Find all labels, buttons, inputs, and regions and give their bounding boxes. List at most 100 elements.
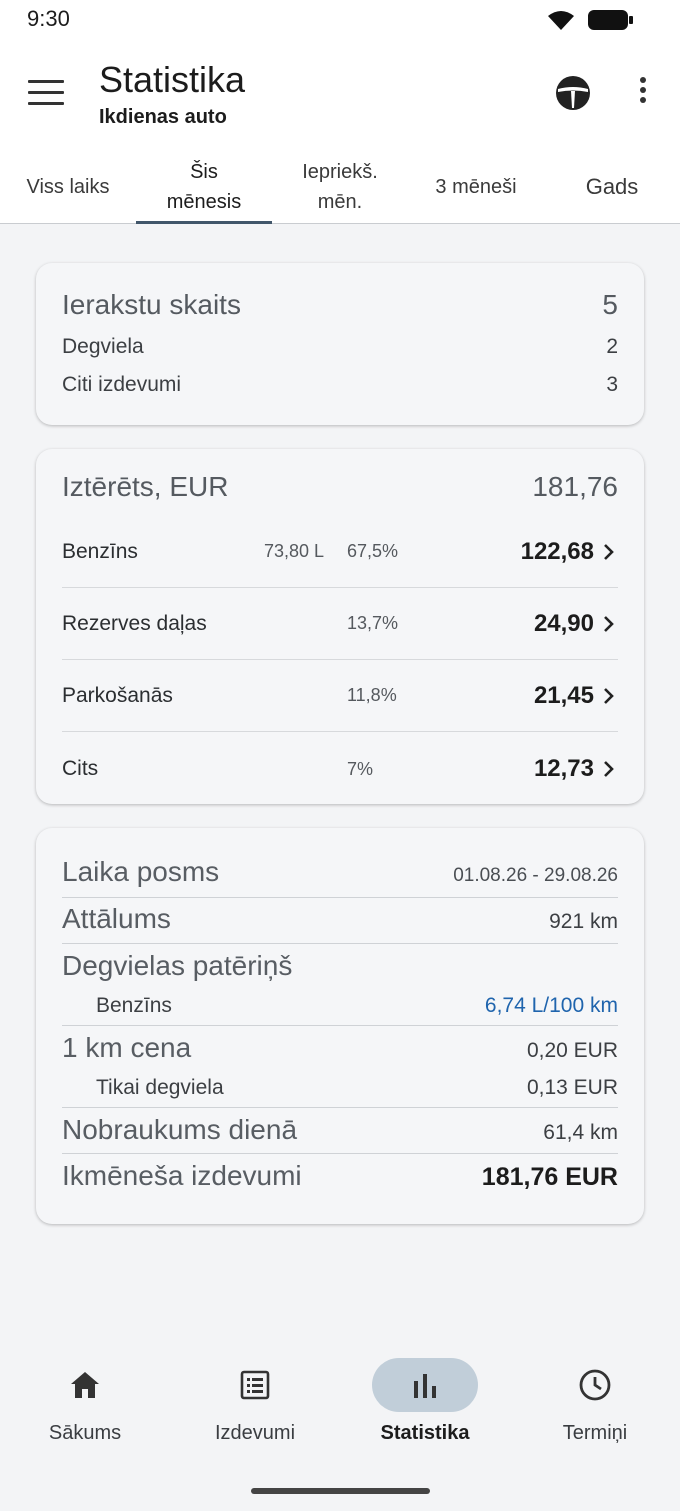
menu-icon[interactable] <box>28 80 64 106</box>
divider <box>62 1107 618 1108</box>
tab-label: Šis mēnesis <box>166 161 242 213</box>
tab-label: 3 mēneši <box>435 176 517 198</box>
records-fuel-label: Degviela <box>62 335 144 358</box>
consumption-label: Degvielas patēriņš <box>62 950 293 981</box>
chevron-right-icon <box>604 687 614 704</box>
consumption-fuel-label: Benzīns <box>96 994 172 1017</box>
tab-year[interactable]: Gads <box>544 150 680 224</box>
wifi-icon <box>548 11 574 30</box>
car-brand-icon[interactable] <box>554 74 592 112</box>
expense-amount: 21,45 <box>533 681 594 709</box>
divider <box>62 1025 618 1026</box>
expense-volume: 73,80 L <box>264 541 325 561</box>
spent-title: Iztērēts, EUR <box>62 471 229 502</box>
expense-name: Cits <box>62 757 99 780</box>
daily-mileage-value: 61,4 km <box>543 1121 618 1144</box>
nav-pill <box>202 1358 308 1412</box>
period-range-value: 01.08.26 - 29.08.26 <box>453 865 618 886</box>
expense-name: Parkošanās <box>62 683 173 707</box>
fuel-only-row: Tikai degviela 0,13 EUR <box>62 1076 618 1100</box>
distance-label: Attālums <box>62 903 171 934</box>
tab-all-time[interactable]: Viss laiks <box>0 150 136 224</box>
list-icon <box>240 1370 270 1400</box>
distance-row: Attālums 921 km <box>62 903 618 935</box>
chevron-right-icon <box>604 615 614 632</box>
bar-chart-icon <box>414 1374 436 1398</box>
records-card: Ierakstu skaits 5 Degviela 2 Citi izdevu… <box>36 263 644 425</box>
clock-icon <box>579 1369 611 1401</box>
nav-deadlines[interactable]: Termiņi <box>510 1358 680 1445</box>
records-other-label: Citi izdevumi <box>62 373 182 396</box>
expense-percent: 13,7% <box>347 613 399 633</box>
consumption-fuel-row: Benzīns 6,74 L/100 km <box>62 994 618 1018</box>
records-fuel-value: 2 <box>606 335 618 358</box>
more-options-icon[interactable] <box>636 77 650 109</box>
daily-mileage-label: Nobraukums dienā <box>62 1114 298 1145</box>
expense-amount: 24,90 <box>533 609 594 637</box>
nav-pill <box>542 1358 648 1412</box>
spent-card: Iztērēts, EUR 181,76 Benzīns 73,80 L 67,… <box>36 449 644 804</box>
top-app-bar: 9:30 Statistika Ikdienas auto Viss laiks… <box>0 0 680 224</box>
expense-name: Rezerves daļas <box>62 611 207 635</box>
period-tabs: Viss laiks Šis mēnesis Iepriekš. mēn. 3 … <box>0 150 680 224</box>
consumption-fuel-value[interactable]: 6,74 L/100 km <box>485 994 618 1018</box>
status-icons <box>546 8 634 32</box>
divider <box>62 897 618 898</box>
spent-total-row: Iztērēts, EUR 181,76 <box>62 471 618 503</box>
tab-this-month[interactable]: Šis mēnesis <box>136 150 272 224</box>
consumption-row: Degvielas patēriņš <box>62 950 618 982</box>
tab-3-months[interactable]: 3 mēneši <box>408 150 544 224</box>
tab-label: Viss laiks <box>26 176 110 198</box>
nav-expenses[interactable]: Izdevumi <box>170 1358 340 1445</box>
records-other-row: Citi izdevumi 3 <box>62 373 618 397</box>
monthly-expenses-label: Ikmēneša izdevumi <box>62 1160 302 1191</box>
tab-label: Iepriekš. mēn. <box>302 161 378 213</box>
nav-statistics[interactable]: Statistika <box>340 1358 510 1445</box>
battery-icon <box>588 10 633 30</box>
km-cost-label: 1 km cena <box>62 1032 192 1063</box>
km-cost-row: 1 km cena 0,20 EUR <box>62 1032 618 1064</box>
fuel-only-value: 0,13 EUR <box>526 1076 618 1099</box>
nav-statistics-label: Statistika <box>380 1422 470 1444</box>
expense-row-petrol[interactable]: Benzīns 73,80 L 67,5% 122,68 <box>62 516 618 588</box>
period-range-label: Laika posms <box>62 856 220 887</box>
home-icon <box>71 1372 99 1398</box>
daily-mileage-row: Nobraukums dienā 61,4 km <box>62 1114 618 1146</box>
expense-row-spare-parts[interactable]: Rezerves daļas 13,7% 24,90 <box>62 588 618 660</box>
expense-row-other[interactable]: Cits 7% 12,73 <box>62 733 618 805</box>
records-total: 5 <box>602 289 618 320</box>
spent-total: 181,76 <box>532 471 618 502</box>
chevron-right-icon <box>604 543 614 560</box>
nav-expenses-label: Izdevumi <box>214 1422 296 1444</box>
expense-percent: 67,5% <box>347 541 399 561</box>
fuel-only-label: Tikai degviela <box>96 1076 224 1099</box>
tab-previous-month[interactable]: Iepriekš. mēn. <box>272 150 408 224</box>
expense-percent: 11,8% <box>347 685 397 705</box>
distance-value: 921 km <box>549 910 618 933</box>
records-other-value: 3 <box>606 373 618 396</box>
period-card: Laika posms 01.08.26 - 29.08.26 Attālums… <box>36 828 644 1224</box>
records-fuel-row: Degviela 2 <box>62 335 618 359</box>
nav-deadlines-label: Termiņi <box>562 1422 628 1444</box>
nav-home[interactable]: Sākums <box>0 1358 170 1445</box>
page-title: Statistika <box>99 59 246 100</box>
tab-label: Gads <box>585 174 639 199</box>
expense-row-parking[interactable]: Parkošanās 11,8% 21,45 <box>62 660 618 732</box>
divider <box>62 943 618 944</box>
gesture-home-bar[interactable] <box>251 1488 430 1494</box>
records-title: Ierakstu skaits <box>62 289 241 320</box>
monthly-expenses-value: 181,76 EUR <box>481 1163 618 1191</box>
nav-home-label: Sākums <box>48 1422 122 1444</box>
period-range-row: Laika posms 01.08.26 - 29.08.26 <box>62 856 618 888</box>
expense-amount: 12,73 <box>533 755 594 782</box>
monthly-expenses-row: Ikmēneša izdevumi 181,76 EUR <box>62 1160 618 1192</box>
chevron-right-icon <box>604 761 614 777</box>
nav-pill <box>32 1358 138 1412</box>
expense-amount: 122,68 <box>520 537 594 565</box>
records-total-row: Ierakstu skaits 5 <box>62 289 618 321</box>
bottom-navigation: Sākums Izdevumi Statistika Termiņi <box>0 1340 680 1511</box>
divider <box>62 1153 618 1154</box>
km-cost-value: 0,20 EUR <box>526 1039 618 1062</box>
vehicle-name[interactable]: Ikdienas auto <box>99 106 227 129</box>
expense-percent: 7% <box>347 758 374 779</box>
